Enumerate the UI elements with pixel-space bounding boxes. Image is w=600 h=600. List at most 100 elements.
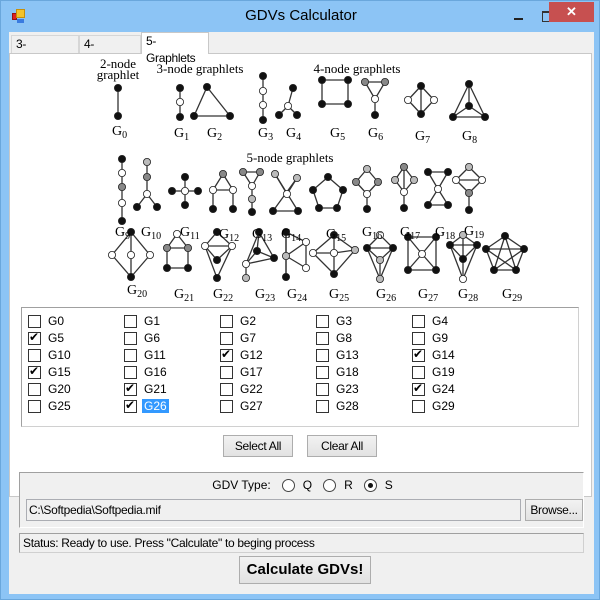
checkbox-g16[interactable]: G16 [124, 364, 169, 380]
checkbox-g1[interactable]: G1 [124, 313, 162, 329]
checkbox-g27[interactable]: G27 [220, 398, 265, 414]
checkbox-box[interactable] [220, 314, 233, 328]
checkbox-box[interactable] [316, 331, 329, 345]
minimize-icon[interactable] [506, 6, 532, 26]
checkbox-g18[interactable]: G18 [316, 364, 361, 380]
checkbox-box[interactable] [412, 314, 425, 328]
checkbox-box[interactable] [28, 399, 41, 413]
radio-r[interactable] [323, 478, 337, 492]
checkbox-box[interactable] [316, 365, 329, 379]
checkbox-g7[interactable]: G7 [220, 330, 258, 346]
checkbox-label[interactable]: G20 [46, 382, 73, 396]
checkbox-box[interactable] [316, 348, 329, 362]
checkbox-box[interactable] [28, 382, 41, 396]
checkbox-box[interactable] [220, 399, 233, 413]
checkbox-label[interactable]: G8 [334, 331, 354, 345]
checkbox-g8[interactable]: G8 [316, 330, 354, 346]
checkbox-box[interactable] [28, 330, 41, 345]
calculate-gdvs-button[interactable]: Calculate GDVs! [239, 556, 371, 584]
checkbox-g3[interactable]: G3 [316, 313, 354, 329]
checkbox-label[interactable]: G1 [142, 314, 162, 328]
radio-q[interactable] [281, 478, 295, 492]
tab-4-graphlets[interactable]: 4-Graphlets [79, 35, 141, 68]
checkbox-box[interactable] [124, 365, 137, 379]
checkbox-label[interactable]: G10 [46, 348, 73, 362]
checkbox-g5[interactable]: G5 [28, 330, 66, 346]
checkbox-label[interactable]: G6 [142, 331, 162, 345]
checkbox-label[interactable]: G29 [430, 399, 457, 413]
select-all-button[interactable]: Select All [223, 435, 293, 457]
checkbox-g23[interactable]: G23 [316, 381, 361, 397]
checkbox-box[interactable] [316, 314, 329, 328]
checkbox-box[interactable] [316, 399, 329, 413]
checkbox-box[interactable] [412, 365, 425, 379]
checkbox-label[interactable]: G26 [142, 399, 169, 413]
checkbox-label[interactable]: G4 [430, 314, 450, 328]
checkbox-box[interactable] [316, 382, 329, 396]
checkbox-box[interactable] [124, 348, 137, 362]
radio-s-label[interactable]: S [385, 478, 393, 492]
checkbox-g29[interactable]: G29 [412, 398, 457, 414]
file-path-input[interactable]: C:\Softpedia\Softpedia.mif [26, 499, 521, 521]
tab-5-graphlets[interactable]: 5-Graphlets [141, 32, 209, 65]
checkbox-g19[interactable]: G19 [412, 364, 457, 380]
checkbox-box[interactable] [28, 348, 41, 362]
checkbox-box[interactable] [124, 314, 137, 328]
checkbox-label[interactable]: G22 [238, 382, 265, 396]
checkbox-g28[interactable]: G28 [316, 398, 361, 414]
checkbox-g10[interactable]: G10 [28, 347, 73, 363]
checkbox-box[interactable] [412, 381, 425, 396]
checkbox-label[interactable]: G12 [238, 348, 265, 362]
checkbox-g21[interactable]: G21 [124, 381, 169, 397]
checkbox-label[interactable]: G18 [334, 365, 361, 379]
checkbox-label[interactable]: G14 [430, 348, 457, 362]
checkbox-g13[interactable]: G13 [316, 347, 361, 363]
checkbox-label[interactable]: G28 [334, 399, 361, 413]
checkbox-label[interactable]: G23 [334, 382, 361, 396]
checkbox-label[interactable]: G11 [142, 348, 168, 362]
checkbox-g22[interactable]: G22 [220, 381, 265, 397]
checkbox-label[interactable]: G21 [142, 382, 169, 396]
checkbox-box[interactable] [412, 347, 425, 362]
checkbox-g12[interactable]: G12 [220, 347, 265, 363]
checkbox-label[interactable]: G24 [430, 382, 457, 396]
checkbox-g14[interactable]: G14 [412, 347, 457, 363]
checkbox-box[interactable] [124, 398, 137, 413]
checkbox-label[interactable]: G0 [46, 314, 66, 328]
checkbox-label[interactable]: G3 [334, 314, 354, 328]
checkbox-box[interactable] [220, 331, 233, 345]
checkbox-g0[interactable]: G0 [28, 313, 66, 329]
checkbox-g6[interactable]: G6 [124, 330, 162, 346]
radio-r-label[interactable]: R [344, 478, 353, 492]
checkbox-label[interactable]: G17 [238, 365, 265, 379]
checkbox-box[interactable] [28, 314, 41, 328]
title-bar[interactable]: GDVs Calculator ✕ [1, 1, 600, 31]
checkbox-g20[interactable]: G20 [28, 381, 73, 397]
checkbox-label[interactable]: G7 [238, 331, 258, 345]
checkbox-box[interactable] [220, 382, 233, 396]
checkbox-box[interactable] [412, 331, 425, 345]
checkbox-box[interactable] [124, 331, 137, 345]
checkbox-g17[interactable]: G17 [220, 364, 265, 380]
checkbox-box[interactable] [124, 381, 137, 396]
checkbox-g25[interactable]: G25 [28, 398, 73, 414]
checkbox-g26[interactable]: G26 [124, 398, 169, 414]
checkbox-label[interactable]: G16 [142, 365, 169, 379]
clear-all-button[interactable]: Clear All [307, 435, 377, 457]
checkbox-label[interactable]: G27 [238, 399, 265, 413]
checkbox-box[interactable] [220, 347, 233, 362]
checkbox-label[interactable]: G19 [430, 365, 457, 379]
checkbox-label[interactable]: G15 [46, 365, 73, 379]
checkbox-g11[interactable]: G11 [124, 347, 168, 363]
browse-button[interactable]: Browse... [525, 499, 583, 521]
checkbox-box[interactable] [220, 365, 233, 379]
checkbox-box[interactable] [28, 364, 41, 379]
checkbox-g9[interactable]: G9 [412, 330, 450, 346]
checkbox-label[interactable]: G9 [430, 331, 450, 345]
radio-s[interactable] [363, 478, 377, 492]
close-icon[interactable]: ✕ [549, 2, 594, 22]
checkbox-g2[interactable]: G2 [220, 313, 258, 329]
tab-3-graphlets[interactable]: 3-Graphlets [11, 35, 79, 68]
checkbox-g15[interactable]: G15 [28, 364, 73, 380]
checkbox-box[interactable] [412, 399, 425, 413]
